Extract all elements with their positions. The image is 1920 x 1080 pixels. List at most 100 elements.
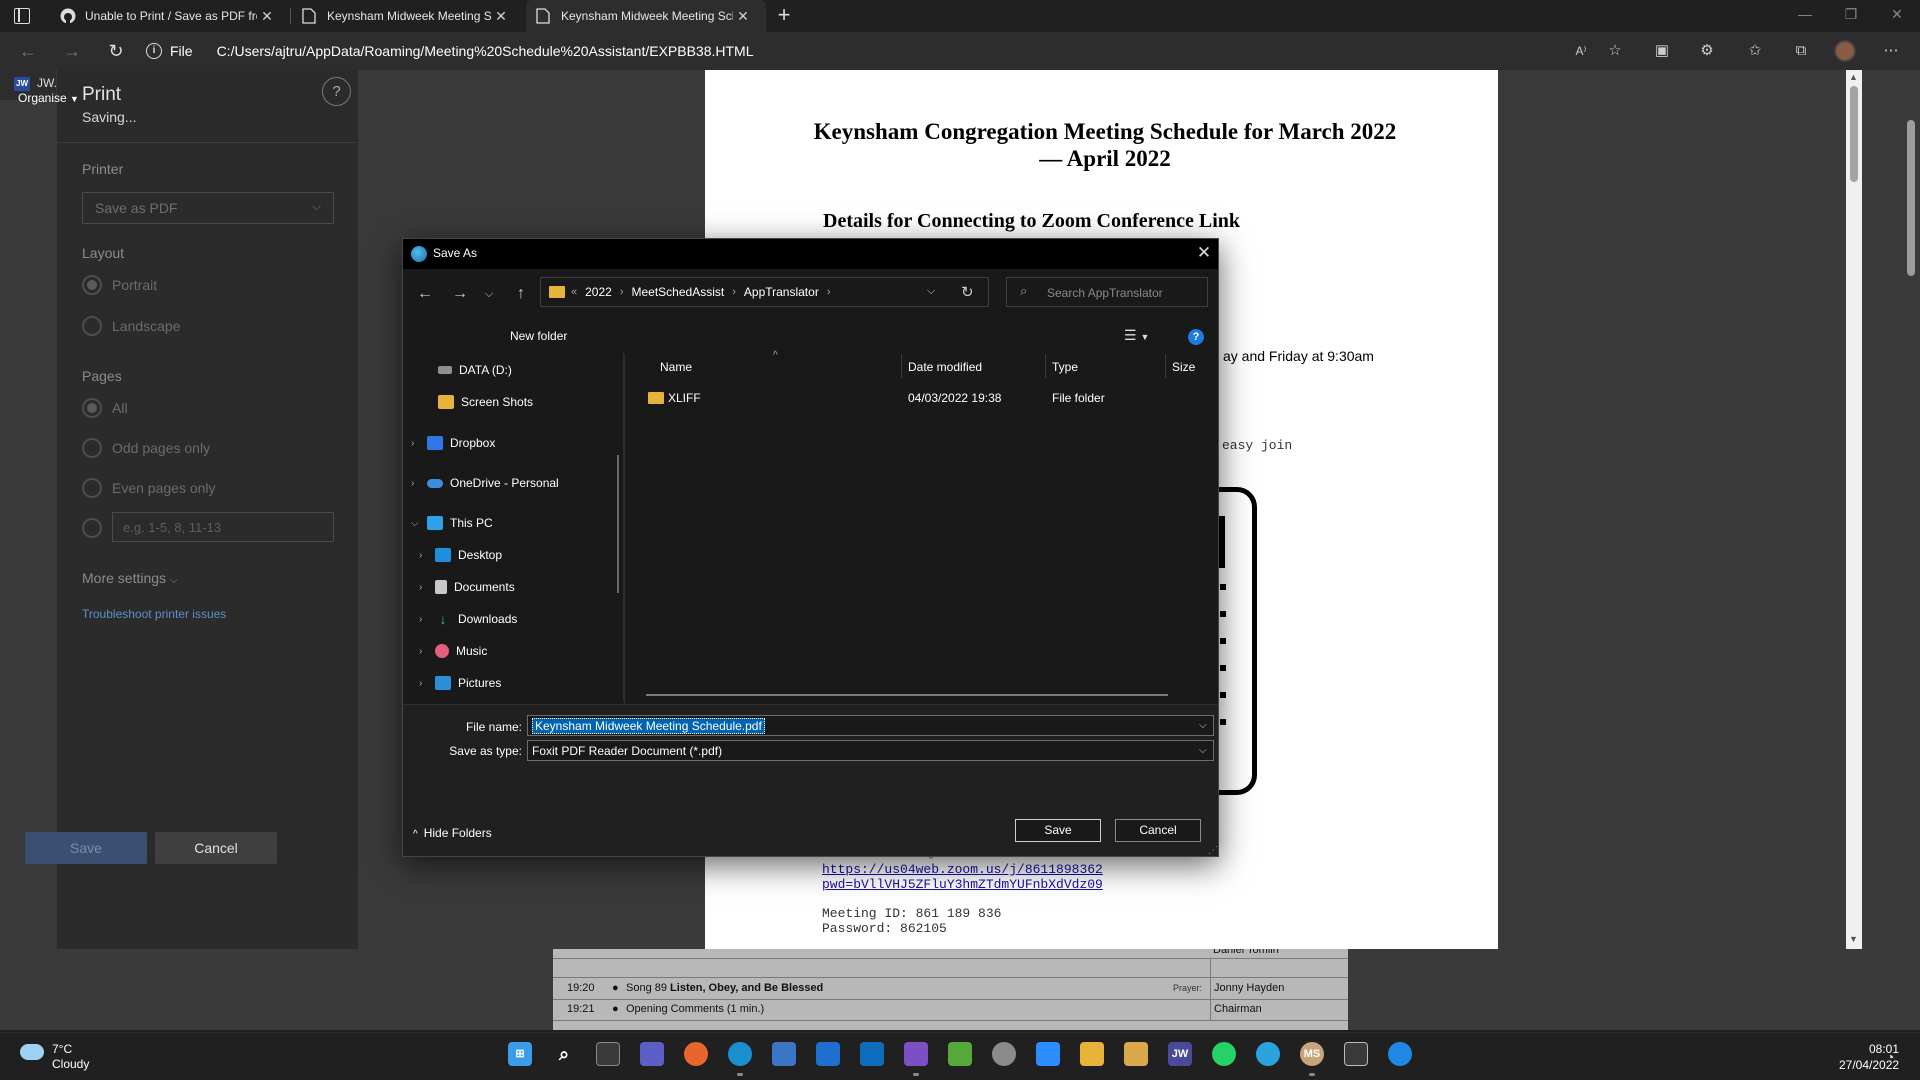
- tree-item-downloads[interactable]: › ↓ Downloads: [419, 612, 517, 626]
- profile-avatar[interactable]: [1834, 40, 1856, 62]
- print-save-button[interactable]: Save: [25, 832, 147, 864]
- refresh-icon[interactable]: ↻: [104, 40, 128, 62]
- chevron-down-icon[interactable]: ⌵: [1199, 745, 1207, 756]
- snipping-tool-icon[interactable]: [1344, 1042, 1368, 1066]
- help-icon[interactable]: ?: [322, 77, 351, 106]
- scrollbar-thumb[interactable]: [1850, 86, 1858, 182]
- jw-app-icon[interactable]: JW: [1168, 1042, 1192, 1066]
- refresh-icon[interactable]: ↻: [961, 283, 974, 301]
- help-icon[interactable]: ?: [1188, 329, 1204, 345]
- layout-landscape-radio[interactable]: Landscape: [82, 316, 181, 336]
- restore-icon[interactable]: ❐: [1828, 6, 1874, 23]
- add-favorite-icon[interactable]: ☆: [1604, 41, 1626, 61]
- tree-item-this-pc[interactable]: ⌵ This PC: [411, 516, 493, 530]
- list-scrollbar[interactable]: [646, 694, 1168, 696]
- back-icon[interactable]: ←: [16, 40, 40, 62]
- extensions-icon[interactable]: ⚙: [1696, 41, 1718, 61]
- files-app-icon[interactable]: [1124, 1042, 1148, 1066]
- printer-select[interactable]: Save as PDF ⌵: [82, 192, 334, 224]
- column-header-size[interactable]: Size: [1172, 360, 1195, 374]
- bookmark-label[interactable]: JW.: [37, 76, 57, 90]
- tab-schedule-2[interactable]: Keynsham Midweek Meeting Sch ✕: [526, 0, 766, 32]
- telegram-icon[interactable]: [1256, 1042, 1280, 1066]
- collections-icon[interactable]: ⧉: [1790, 41, 1812, 61]
- column-divider[interactable]: [1045, 354, 1046, 378]
- pages-even-radio[interactable]: Even pages only: [82, 478, 216, 498]
- outlook-icon[interactable]: [860, 1042, 884, 1066]
- pages-odd-radio[interactable]: Odd pages only: [82, 438, 210, 458]
- read-aloud-icon[interactable]: A⁾: [1570, 41, 1592, 61]
- start-icon[interactable]: ⊞: [508, 1042, 532, 1066]
- close-icon[interactable]: ✕: [491, 8, 511, 25]
- search-input[interactable]: Search AppTranslator: [1006, 277, 1208, 307]
- whatsapp-icon[interactable]: [1212, 1042, 1236, 1066]
- up-folder-icon[interactable]: ↑: [511, 285, 531, 303]
- favorites-icon[interactable]: ✩: [1744, 41, 1766, 61]
- notification-icon[interactable]: ◔: [1886, 1049, 1894, 1065]
- more-settings-link[interactable]: More settings ⌵: [82, 570, 178, 586]
- tree-item-music[interactable]: › Music: [419, 644, 487, 658]
- app-icon[interactable]: ▣: [1651, 41, 1673, 61]
- chevron-right-icon[interactable]: ›: [419, 550, 435, 561]
- cloud-icon[interactable]: [20, 1044, 44, 1060]
- tree-item-documents[interactable]: › Documents: [419, 580, 515, 594]
- settings-app-icon[interactable]: [992, 1042, 1016, 1066]
- chevron-right-icon[interactable]: ›: [419, 614, 435, 625]
- search-icon[interactable]: ⌕: [552, 1042, 576, 1066]
- breadcrumb-2022[interactable]: 2022: [585, 285, 612, 299]
- chevron-right-icon[interactable]: ›: [732, 286, 736, 298]
- chevron-right-icon[interactable]: ›: [620, 286, 624, 298]
- close-icon[interactable]: ✕: [257, 8, 277, 25]
- breadcrumb-meetschedassist[interactable]: MeetSchedAssist: [632, 285, 725, 299]
- zoom-icon[interactable]: [1036, 1042, 1060, 1066]
- scroll-up-icon[interactable]: ▲: [1849, 72, 1858, 82]
- hide-folders-button[interactable]: ^ Hide Folders: [413, 826, 492, 840]
- troubleshoot-link[interactable]: Troubleshoot printer issues: [82, 607, 226, 621]
- column-header-date[interactable]: Date modified: [908, 360, 982, 374]
- maps-icon[interactable]: [1388, 1042, 1412, 1066]
- chevron-right-icon[interactable]: ›: [411, 478, 427, 489]
- chevron-down-icon[interactable]: ⌵: [927, 285, 935, 298]
- tree-scrollbar[interactable]: [617, 455, 619, 593]
- teams-icon[interactable]: [640, 1042, 664, 1066]
- visual-studio-icon[interactable]: [904, 1042, 928, 1066]
- tree-item-onedrive[interactable]: › OneDrive - Personal: [411, 476, 559, 490]
- edge-icon[interactable]: [728, 1042, 752, 1066]
- tree-item-pictures[interactable]: › Pictures: [419, 676, 501, 690]
- recent-locations-icon[interactable]: ⌵: [479, 288, 499, 301]
- cancel-button[interactable]: Cancel: [1115, 819, 1201, 842]
- forward-icon[interactable]: →: [60, 40, 84, 62]
- zoom-link[interactable]: https://us04web.zoom.us/j/8611898362: [822, 862, 1103, 877]
- path-bar[interactable]: « 2022 › MeetSchedAssist › AppTranslator…: [540, 277, 989, 307]
- list-item[interactable]: XLIFF 04/03/2022 19:38 File folder: [648, 391, 1198, 411]
- scroll-down-icon[interactable]: ▼: [1849, 934, 1858, 944]
- tree-item-data-drive[interactable]: DATA (D:): [438, 363, 512, 377]
- close-window-icon[interactable]: ✕: [1874, 6, 1920, 23]
- store-icon[interactable]: [772, 1042, 796, 1066]
- forward-icon[interactable]: →: [450, 285, 470, 303]
- close-icon[interactable]: ✕: [1194, 243, 1214, 263]
- chevron-down-icon[interactable]: ⌵: [411, 518, 427, 529]
- organise-menu[interactable]: Organise ▼: [18, 91, 79, 105]
- column-divider[interactable]: [1165, 354, 1166, 378]
- jw-bookmark-icon[interactable]: JW: [14, 77, 30, 91]
- chevron-right-icon[interactable]: ›: [827, 286, 831, 298]
- minimize-icon[interactable]: —: [1782, 6, 1828, 22]
- view-options-icon[interactable]: ☰ ▼: [1124, 327, 1158, 344]
- scrollbar-thumb[interactable]: [1907, 120, 1915, 276]
- resize-grip-icon[interactable]: ⋰: [1208, 845, 1218, 856]
- chevron-right-icon[interactable]: ›: [419, 582, 435, 593]
- chevron-down-icon[interactable]: ⌵: [1199, 720, 1207, 731]
- tree-item-screen-shots[interactable]: Screen Shots: [438, 395, 533, 409]
- info-icon[interactable]: i: [146, 43, 162, 59]
- weather-temp[interactable]: 7°C: [52, 1042, 72, 1056]
- pages-range-input[interactable]: e.g. 1-5, 8, 11-13: [112, 512, 334, 542]
- firefox-icon[interactable]: [684, 1042, 708, 1066]
- file-explorer-icon[interactable]: [1080, 1042, 1104, 1066]
- task-view-icon[interactable]: [596, 1042, 620, 1066]
- zoom-link-password[interactable]: pwd=bVllVHJ5ZFluY3hmZTdmYUFnbXdVdz09: [822, 877, 1103, 892]
- file-name-value[interactable]: Keynsham Midweek Meeting Schedule.pdf: [532, 718, 765, 734]
- page-scrollbar[interactable]: [1902, 100, 1920, 1030]
- pages-custom-radio[interactable]: [82, 518, 112, 538]
- column-header-name[interactable]: Name: [660, 360, 692, 374]
